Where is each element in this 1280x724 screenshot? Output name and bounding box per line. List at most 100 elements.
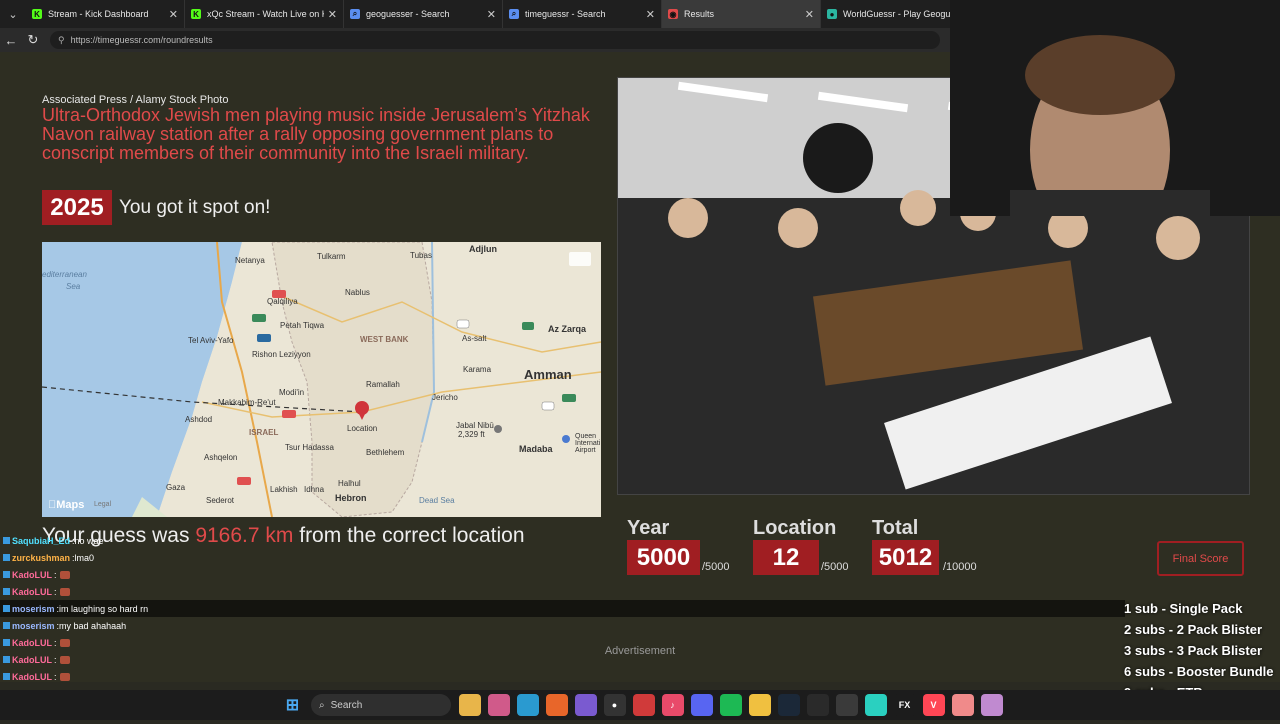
tab-title: geoguesser - Search [366,9,450,19]
browser-tab[interactable]: K Stream - Kick Dashboard ✕ [26,0,185,28]
taskbar-search[interactable]: ⌕ Search [311,694,451,716]
firefox-icon[interactable] [545,694,568,716]
app-icon[interactable] [864,694,887,716]
chat-badge-icon [3,673,10,680]
map-label: Queen [575,433,597,440]
explorer-icon[interactable] [748,694,771,716]
legal-link[interactable]: Legal [94,501,111,508]
webcam-illustration [950,0,1280,216]
site-info-icon[interactable]: ⚲ [58,35,65,46]
photos-icon[interactable] [487,694,510,716]
app-icon[interactable] [574,694,597,716]
chat-username: KadoLUL [12,637,52,648]
road-shield [562,394,576,402]
search-icon: ⌕ [509,9,519,19]
folder-icon[interactable] [458,694,481,716]
map-label: Hebron [335,493,367,503]
app-icon[interactable] [980,694,1003,716]
app-icon[interactable] [806,694,829,716]
location-score-max: /5000 [821,561,849,573]
map-label: Lakhish [270,485,298,494]
chat-message: KadoLUL: [0,634,160,651]
browser-tab[interactable]: ◉ Results ✕ [662,0,821,28]
close-icon[interactable]: ✕ [646,8,655,21]
year-score-value: 5000 [627,540,700,575]
sub-goal-item: 1 sub - Single Pack [1124,601,1243,616]
road-shield [257,334,271,342]
chat-separator: : [54,671,57,682]
discord-icon[interactable] [690,694,713,716]
chat-text: my bad ahahaah [59,620,127,631]
kick-icon: K [32,9,42,19]
road-shield [252,314,266,322]
chat-badge-icon [3,622,10,629]
close-icon[interactable]: ✕ [169,8,178,21]
chat-emote-icon [59,638,70,647]
close-icon[interactable]: ✕ [328,8,337,21]
final-score-button[interactable]: Final Score [1157,541,1244,576]
close-icon[interactable]: ✕ [487,8,496,21]
chat-username: KadoLUL [12,671,52,682]
road-shield [541,401,555,411]
map-label: Modi'in [279,388,305,397]
airport-icon [562,435,570,443]
maps-wordmark: Maps [48,499,84,511]
map-label: Sederot [206,496,235,505]
map-label: Idhna [304,485,325,494]
chat-badge-icon [3,639,10,646]
total-score-max: /10000 [943,561,977,573]
fx-icon[interactable]: FX [893,694,916,716]
chat-username: KadoLUL [12,569,52,580]
map-label: Jericho [432,393,458,402]
back-arrow-icon[interactable]: ← [0,33,22,48]
tab-title: timeguessr - Search [525,9,606,19]
edge-icon[interactable] [516,694,539,716]
map-label: WEST BANK [360,335,409,344]
guess-distance-value: 9166.7 km [195,524,294,547]
chat-emote-icon [59,672,70,681]
tab-search-chevron-icon[interactable]: ⌄ [0,0,26,28]
url-field[interactable]: ⚲ https://timeguessr.com/roundresults [50,31,940,49]
chat-separator: : [54,637,57,648]
cards-icon[interactable] [632,694,655,716]
map-label: Ashdod [185,415,213,424]
chat-message: moserism: im laughing so hard rn [0,600,1125,617]
valorant-icon[interactable]: V [922,694,945,716]
road-shield [237,477,251,485]
maps-icon[interactable] [951,694,974,716]
map-label: Tsur Hadassa [285,443,334,452]
tab-title: WorldGuessr - Play Geoguessr f [843,9,960,19]
map-label: Qalqiliya [267,297,298,306]
map-label: Location [347,424,378,433]
tab-title: Results [684,9,715,19]
location-score-label: Location [753,517,837,539]
browser-tab[interactable]: ⌕ geoguesser - Search ✕ [344,0,503,28]
music-icon[interactable]: ♪ [661,694,684,716]
result-map[interactable]: Netanya Tulkarm Tubas Adjlun editerranea… [42,242,601,517]
sub-goal-item: 3 subs - 3 Pack Blister [1124,643,1263,658]
map-label: Tel Aviv-Yafo [188,336,234,345]
chat-badge-icon [3,571,10,578]
tab-title: Stream - Kick Dashboard [48,9,149,19]
close-icon[interactable]: ✕ [805,8,814,21]
map-toggle-button[interactable] [569,252,591,266]
spotify-icon[interactable] [719,694,742,716]
reload-icon[interactable]: ↻ [22,32,44,48]
windows-start-icon[interactable]: ⊞ [282,694,304,716]
browser-tab[interactable]: KxQc Stream - Watch Live on Kick ✕ [185,0,344,28]
chat-message: zurckushman: lma0 [0,549,160,566]
steam-icon[interactable] [777,694,800,716]
browser-tab[interactable]: ⌕ timeguessr - Search ✕ [503,0,662,28]
map-label: Petah Tiqwa [280,321,325,330]
map-label: Ashqelon [204,453,238,462]
chat-emote-icon [59,587,70,596]
apple-logo-icon:  [48,499,56,511]
app-icon[interactable] [835,694,858,716]
face [1156,216,1200,260]
hat [803,123,873,193]
map-label: Bethlehem [366,448,405,457]
chat-message: SaqubiaH_Ed: no wae [0,532,160,549]
road-shield [456,319,470,329]
map-label: Netanya [235,256,265,265]
obs-icon[interactable]: ● [603,694,626,716]
